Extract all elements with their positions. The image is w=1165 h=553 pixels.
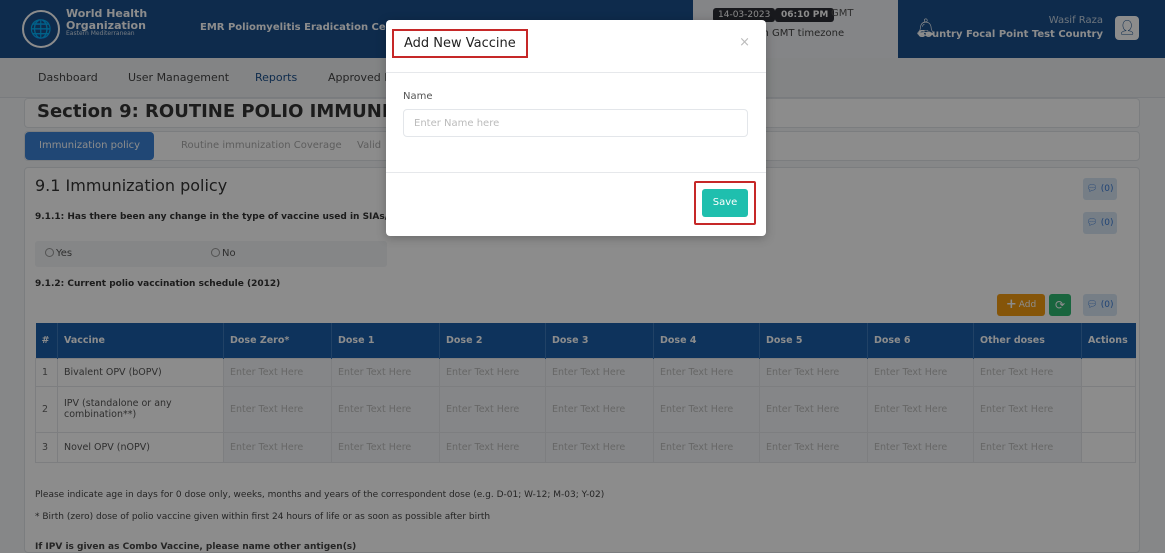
modal-title: Add New Vaccine	[392, 29, 528, 58]
save-highlight: Save	[694, 181, 756, 225]
modal-divider	[386, 172, 766, 173]
save-button[interactable]: Save	[702, 189, 748, 217]
modal-divider	[386, 72, 766, 73]
name-label: Name	[403, 91, 433, 102]
close-icon[interactable]: ×	[739, 35, 750, 50]
add-vaccine-modal: Add New Vaccine × Name Save	[386, 20, 766, 236]
vaccine-name-input[interactable]	[403, 109, 748, 137]
